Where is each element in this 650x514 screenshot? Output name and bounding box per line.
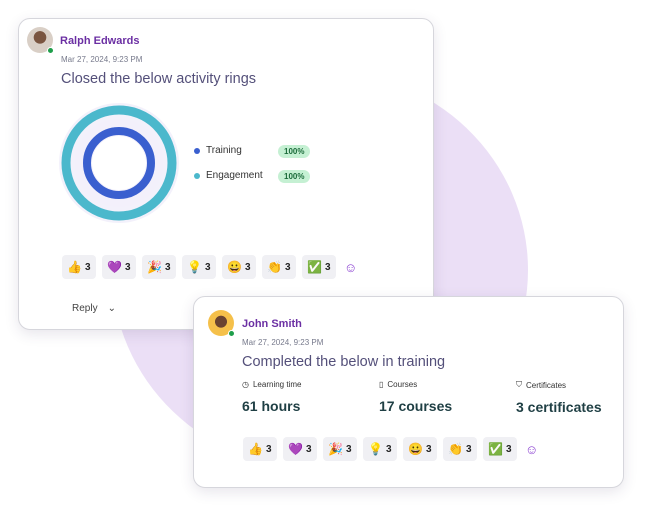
post-message: Completed the below in training [242,354,446,370]
legend-engagement: Engagement [194,170,263,181]
reaction-bulb[interactable]: 💡 3 [182,255,216,279]
reaction-thumbs-up[interactable]: 👍 3 [243,437,277,461]
bookmark-icon: ⛉ [516,380,522,389]
reaction-check[interactable]: ✅ 3 [483,437,517,461]
reaction-clap[interactable]: 👏 3 [443,437,477,461]
chevron-down-icon: ⌄ [107,303,116,314]
timestamp: Mar 27, 2024, 9:23 PM [61,55,143,64]
stat-learning-time: ◷ Learning time 61 hours [242,380,302,414]
reaction-clap[interactable]: 👏 3 [262,255,296,279]
add-reaction-icon[interactable]: ☺ [344,260,357,275]
stat-courses: ▯ Courses 17 courses [379,380,453,414]
reaction-smile[interactable]: 😀 3 [222,255,256,279]
post-message: Closed the below activity rings [61,71,257,87]
timestamp: Mar 27, 2024, 9:23 PM [242,338,324,347]
reaction-heart[interactable]: 💜 3 [283,437,317,461]
reaction-party[interactable]: 🎉 3 [142,255,176,279]
stat-certificates: ⛉ Certificates 3 certificates [516,380,602,415]
reaction-bulb[interactable]: 💡 3 [363,437,397,461]
legend-training: Training [194,145,242,156]
engagement-value-badge: 100% [278,170,311,183]
reply-button[interactable]: Reply ⌄ [72,303,116,314]
reaction-thumbs-up[interactable]: 👍 3 [62,255,96,279]
reaction-smile[interactable]: 😀 3 [403,437,437,461]
book-icon: ▯ [379,380,384,389]
activity-rings [59,103,179,223]
online-status-icon [228,330,235,337]
training-value-badge: 100% [278,145,311,158]
reaction-party[interactable]: 🎉 3 [323,437,357,461]
online-status-icon [47,47,54,54]
reactions-bar: 👍 3 💜 3 🎉 3 💡 3 😀 3 👏 3 ✅ 3 ☺ [62,255,357,279]
author-name[interactable]: Ralph Edwards [60,35,139,47]
reaction-check[interactable]: ✅ 3 [302,255,336,279]
reaction-heart[interactable]: 💜 3 [102,255,136,279]
clock-icon: ◷ [242,380,249,389]
author-name[interactable]: John Smith [242,318,302,330]
add-reaction-icon[interactable]: ☺ [525,442,538,457]
training-post-card: John Smith Mar 27, 2024, 9:23 PM Complet… [193,296,624,488]
reactions-bar: 👍 3 💜 3 🎉 3 💡 3 😀 3 👏 3 ✅ 3 ☺ [243,437,538,461]
activity-post-card: Ralph Edwards Mar 27, 2024, 9:23 PM Clos… [18,18,434,330]
